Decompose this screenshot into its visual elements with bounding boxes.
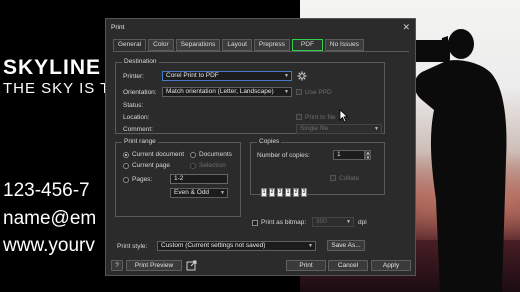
print-style-select[interactable]: Custom (Current settings not saved) ▼ xyxy=(157,241,316,251)
tab-separations[interactable]: Separations xyxy=(175,39,221,51)
card-email: name@em xyxy=(3,208,97,229)
tab-prepress[interactable]: Prepress xyxy=(253,39,290,51)
current-document-radio[interactable] xyxy=(123,152,129,158)
copies-down-button[interactable]: ▼ xyxy=(365,155,371,160)
destination-group: Destination Printer: Corel Print to PDF ▼… xyxy=(115,58,385,134)
copies-legend: Copies xyxy=(257,138,282,145)
tab-pdf[interactable]: PDF xyxy=(291,39,323,51)
print-as-bitmap-label: Print as bitmap: xyxy=(261,219,307,226)
cancel-button[interactable]: Cancel xyxy=(328,260,368,271)
status-label: Status: xyxy=(123,102,144,109)
print-dialog: Print ✕ General Color Separations Layout… xyxy=(105,18,416,276)
tab-general[interactable]: General xyxy=(113,39,147,51)
print-button[interactable]: Print xyxy=(286,260,326,271)
collate-preview: 1 2 3 1 2 3 xyxy=(261,188,307,197)
close-icon[interactable]: ✕ xyxy=(402,22,410,33)
print-style-label: Print style: xyxy=(117,243,148,250)
pages-label: Pages: xyxy=(132,176,153,183)
printer-label: Printer: xyxy=(123,73,144,80)
copies-spinner[interactable]: 1 xyxy=(333,150,365,160)
mouse-cursor-icon xyxy=(339,109,349,123)
current-document-label: Current document xyxy=(132,151,185,158)
bitmap-dpi-input[interactable]: 300 ▼ xyxy=(312,217,354,227)
orientation-select[interactable]: Match orientation (Letter, Landscape) ▼ xyxy=(162,87,292,97)
documents-radio[interactable] xyxy=(190,152,196,158)
collate-page: 2 xyxy=(269,188,275,197)
tab-layout[interactable]: Layout xyxy=(222,39,252,51)
print-range-legend: Print range xyxy=(122,138,158,145)
help-button[interactable]: ? xyxy=(111,260,123,271)
destination-legend: Destination xyxy=(122,58,159,65)
card-phone: 123-456-7 xyxy=(3,180,90,201)
collate-page: 1 xyxy=(261,188,267,197)
save-as-button[interactable]: Save As... xyxy=(327,240,365,251)
documents-label: Documents xyxy=(199,151,232,158)
print-to-file-mode-select[interactable]: Single file ▼ xyxy=(296,124,382,134)
card-brand-name: SKYLINE xyxy=(3,56,102,79)
printer-select[interactable]: Corel Print to PDF ▼ xyxy=(162,71,292,81)
dpi-unit-label: dpi xyxy=(358,219,367,226)
external-link-icon[interactable] xyxy=(186,260,197,271)
number-of-copies-label: Number of copies: xyxy=(257,152,310,159)
card-tagline: THE SKY IS T xyxy=(3,80,111,97)
collate-label: Collate xyxy=(339,175,360,182)
pages-input[interactable]: 1-2 xyxy=(170,174,228,184)
print-as-bitmap-checkbox[interactable] xyxy=(252,220,258,226)
print-to-file-checkbox[interactable] xyxy=(296,114,302,120)
collate-page: 3 xyxy=(277,188,283,197)
orientation-label: Orientation: xyxy=(123,89,157,96)
card-website: www.yourv xyxy=(3,235,95,256)
tab-bar: General Color Separations Layout Prepres… xyxy=(113,39,364,51)
dialog-title: Print xyxy=(111,24,125,31)
general-tab-panel: Destination Printer: Corel Print to PDF ▼… xyxy=(113,51,409,261)
current-page-radio[interactable] xyxy=(123,163,129,169)
selection-radio[interactable] xyxy=(190,163,196,169)
pages-radio[interactable] xyxy=(123,177,129,183)
collate-page: 2 xyxy=(293,188,299,197)
tab-color[interactable]: Color xyxy=(148,39,174,51)
use-ppd-checkbox[interactable] xyxy=(296,89,302,95)
collate-checkbox[interactable] xyxy=(330,175,336,181)
apply-button[interactable]: Apply xyxy=(371,260,411,271)
gear-icon[interactable] xyxy=(297,71,307,81)
collate-page: 1 xyxy=(285,188,291,197)
use-ppd-label: Use PPD xyxy=(305,89,332,96)
tab-no-issues[interactable]: No Issues xyxy=(324,39,364,51)
collate-page: 3 xyxy=(301,188,307,197)
comment-label: Comment: xyxy=(123,126,153,133)
current-page-label: Current page xyxy=(132,162,170,169)
print-range-group: Print range Current document Documents C… xyxy=(115,138,241,217)
print-to-file-label: Print to file xyxy=(305,114,336,121)
location-label: Location: xyxy=(123,114,150,121)
page-set-select[interactable]: Even & Odd ▼ xyxy=(170,188,228,198)
selection-label: Selection xyxy=(199,162,226,169)
print-preview-button[interactable]: Print Preview xyxy=(126,260,182,271)
